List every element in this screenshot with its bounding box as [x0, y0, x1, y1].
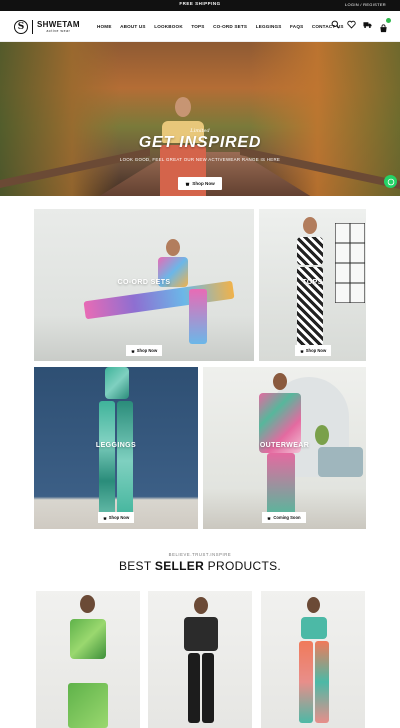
tops-shop-now-button[interactable]: Shop Now	[295, 345, 331, 356]
hero-button-label: Shop Now	[192, 181, 215, 186]
outerwear-label: OUTERWEAR	[259, 442, 310, 449]
brand-name: SHWETAM	[37, 19, 80, 29]
title-part-1: BEST	[118, 559, 155, 573]
leggings-label: LEGGINGS	[95, 442, 137, 449]
nav-home[interactable]: HOME	[97, 24, 112, 29]
category-tile-tops[interactable]: TOPS Shop Now	[259, 209, 366, 361]
nav-about-us[interactable]: ABOUT US	[120, 24, 146, 29]
cart-count-badge	[386, 18, 391, 23]
free-shipping-text: FREE SHIPPING	[179, 1, 221, 6]
nav-leggings[interactable]: LEGGINGS	[256, 24, 282, 29]
whatsapp-chat-button[interactable]	[384, 175, 397, 188]
logo-text: SHWETAM active wear	[37, 19, 80, 34]
category-tile-coord-sets[interactable]: CO-ORD SETS Shop Now	[34, 209, 254, 361]
header-icons	[331, 18, 391, 33]
truck-icon[interactable]	[363, 20, 372, 29]
coord-model-image	[74, 239, 235, 359]
best-sellers-title: BEST SELLER PRODUCTS.	[0, 559, 400, 573]
product-card-1[interactable]	[36, 591, 140, 728]
product-3-image	[291, 597, 337, 727]
brand-tagline: active wear	[46, 28, 71, 33]
nav-lookbook[interactable]: LOOKBOOK	[154, 24, 183, 29]
product-2-image	[176, 597, 226, 727]
whatsapp-icon	[387, 178, 394, 185]
tops-button-label: Shop Now	[305, 348, 327, 353]
login-register-link[interactable]: LOGIN / REGISTER	[345, 2, 386, 7]
bag-icon	[103, 516, 107, 520]
chair-decor	[318, 447, 363, 477]
best-sellers-eyebrow: BELIEVE.TRUST.INSPIRE	[168, 552, 232, 557]
leggings-button-label: Shop Now	[108, 515, 130, 520]
hero-title: GET INSPIRED	[138, 134, 262, 151]
bag-icon	[131, 349, 135, 353]
search-icon[interactable]	[331, 20, 340, 29]
coord-shop-now-button[interactable]: Shop Now	[126, 345, 162, 356]
product-1-image	[62, 595, 116, 728]
tops-label: TOPS	[302, 279, 323, 286]
tops-model-image	[287, 217, 337, 361]
bag-icon	[267, 516, 271, 520]
leggings-shop-now-button[interactable]: Shop Now	[98, 512, 134, 523]
nav-tops[interactable]: TOPS	[191, 24, 204, 29]
announcement-bar: FREE SHIPPING LOGIN / REGISTER	[0, 0, 400, 11]
title-part-bold: SELLER	[154, 559, 205, 573]
nav-coord-sets[interactable]: CO-ORD SETS	[213, 24, 247, 29]
hero-shop-now-button[interactable]: Shop Now	[178, 177, 222, 190]
logo-divider	[32, 20, 33, 34]
logo-mark: S	[14, 20, 28, 34]
window-decor	[335, 223, 365, 303]
product-card-3[interactable]	[261, 591, 365, 728]
heart-icon[interactable]	[347, 20, 356, 29]
coord-button-label: Shop Now	[136, 348, 158, 353]
product-card-2[interactable]	[148, 591, 252, 728]
cart-button[interactable]	[379, 18, 391, 33]
bag-icon	[300, 349, 304, 353]
main-nav: HOME ABOUT US LOOKBOOK TOPS CO-ORD SETS …	[97, 24, 344, 29]
coord-sets-label: CO-ORD SETS	[117, 279, 171, 286]
outerwear-button-label: Coming Soon	[273, 515, 301, 520]
hero-subtitle: LOOK GOOD, FEEL GREAT OUR NEW ACTIVEWEAR…	[119, 157, 281, 162]
category-tile-outerwear[interactable]: OUTERWEAR Coming Soon	[203, 367, 366, 529]
nav-faqs[interactable]: FAQS	[290, 24, 303, 29]
cart-icon	[380, 24, 387, 33]
outerwear-coming-soon-button[interactable]: Coming Soon	[262, 512, 306, 523]
site-header: S SHWETAM active wear HOME ABOUT US LOOK…	[0, 11, 400, 42]
title-part-2: PRODUCTS.	[204, 559, 282, 573]
brand-logo[interactable]: S SHWETAM active wear	[14, 18, 80, 36]
bag-icon	[186, 182, 190, 186]
outerwear-model-image	[253, 373, 313, 529]
hero-banner: Limited GET INSPIRED LOOK GOOD, FEEL GRE…	[0, 42, 400, 196]
category-tile-leggings[interactable]: LEGGINGS Shop Now	[34, 367, 198, 529]
